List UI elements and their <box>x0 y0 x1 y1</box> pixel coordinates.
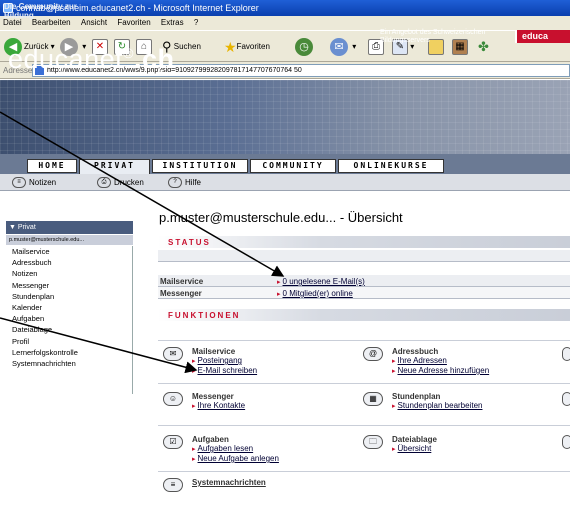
annotation-arrows <box>0 111 285 374</box>
arrow-to-unread-mail <box>0 111 285 277</box>
arrow-to-email-schreiben <box>0 317 198 374</box>
